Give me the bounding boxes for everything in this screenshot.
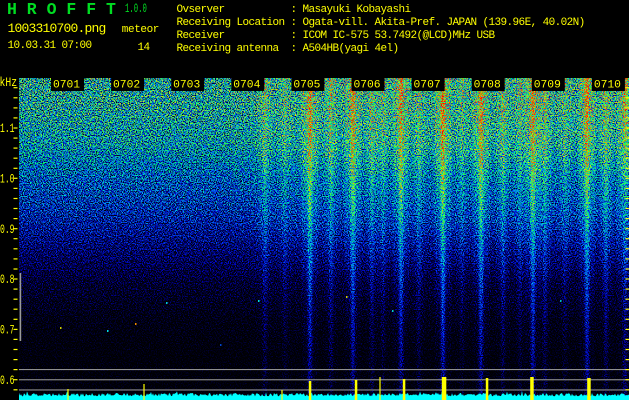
svg-text:0.6: 0.6 (0, 374, 14, 388)
svg-text:0703: 0703 (173, 79, 200, 91)
svg-text:0710: 0710 (594, 79, 621, 91)
svg-text:0705: 0705 (293, 79, 320, 91)
svg-text:0709: 0709 (534, 79, 561, 91)
svg-text:1.0: 1.0 (0, 173, 14, 187)
svg-text:0.9: 0.9 (0, 223, 14, 237)
svg-text:0708: 0708 (474, 79, 501, 91)
svg-text:0701: 0701 (53, 79, 80, 91)
svg-text:0.8: 0.8 (0, 274, 14, 288)
svg-text:kHz: kHz (0, 77, 17, 90)
svg-text:0706: 0706 (353, 79, 380, 91)
svg-text:1.1: 1.1 (0, 123, 14, 137)
svg-text:0704: 0704 (233, 79, 260, 91)
svg-text:0702: 0702 (113, 79, 140, 91)
svg-text:0707: 0707 (414, 79, 441, 91)
svg-text:0.7: 0.7 (0, 324, 14, 338)
